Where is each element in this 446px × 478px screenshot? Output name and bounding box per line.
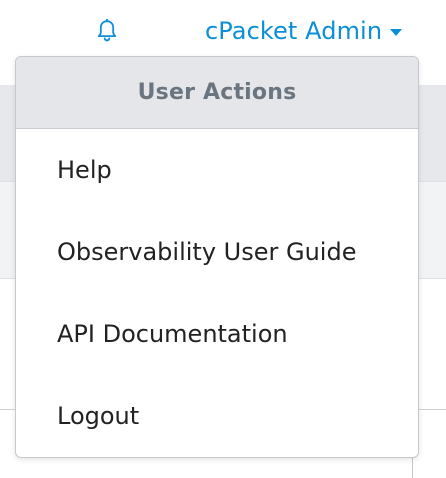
menu-item-help[interactable]: Help [16, 129, 418, 211]
user-menu-label: cPacket Admin [205, 17, 383, 45]
menu-item-user-guide[interactable]: Observability User Guide [16, 211, 418, 293]
caret-down-icon [390, 28, 403, 36]
menu-item-api-documentation[interactable]: API Documentation [16, 293, 418, 375]
menu-item-logout[interactable]: Logout [16, 375, 418, 457]
user-actions-dropdown: User Actions Help Observability User Gui… [15, 56, 419, 458]
top-navbar: cPacket Admin [0, 0, 446, 62]
user-menu-toggle[interactable]: cPacket Admin [205, 16, 403, 46]
bell-icon[interactable] [96, 18, 118, 43]
dropdown-header: User Actions [16, 57, 418, 129]
